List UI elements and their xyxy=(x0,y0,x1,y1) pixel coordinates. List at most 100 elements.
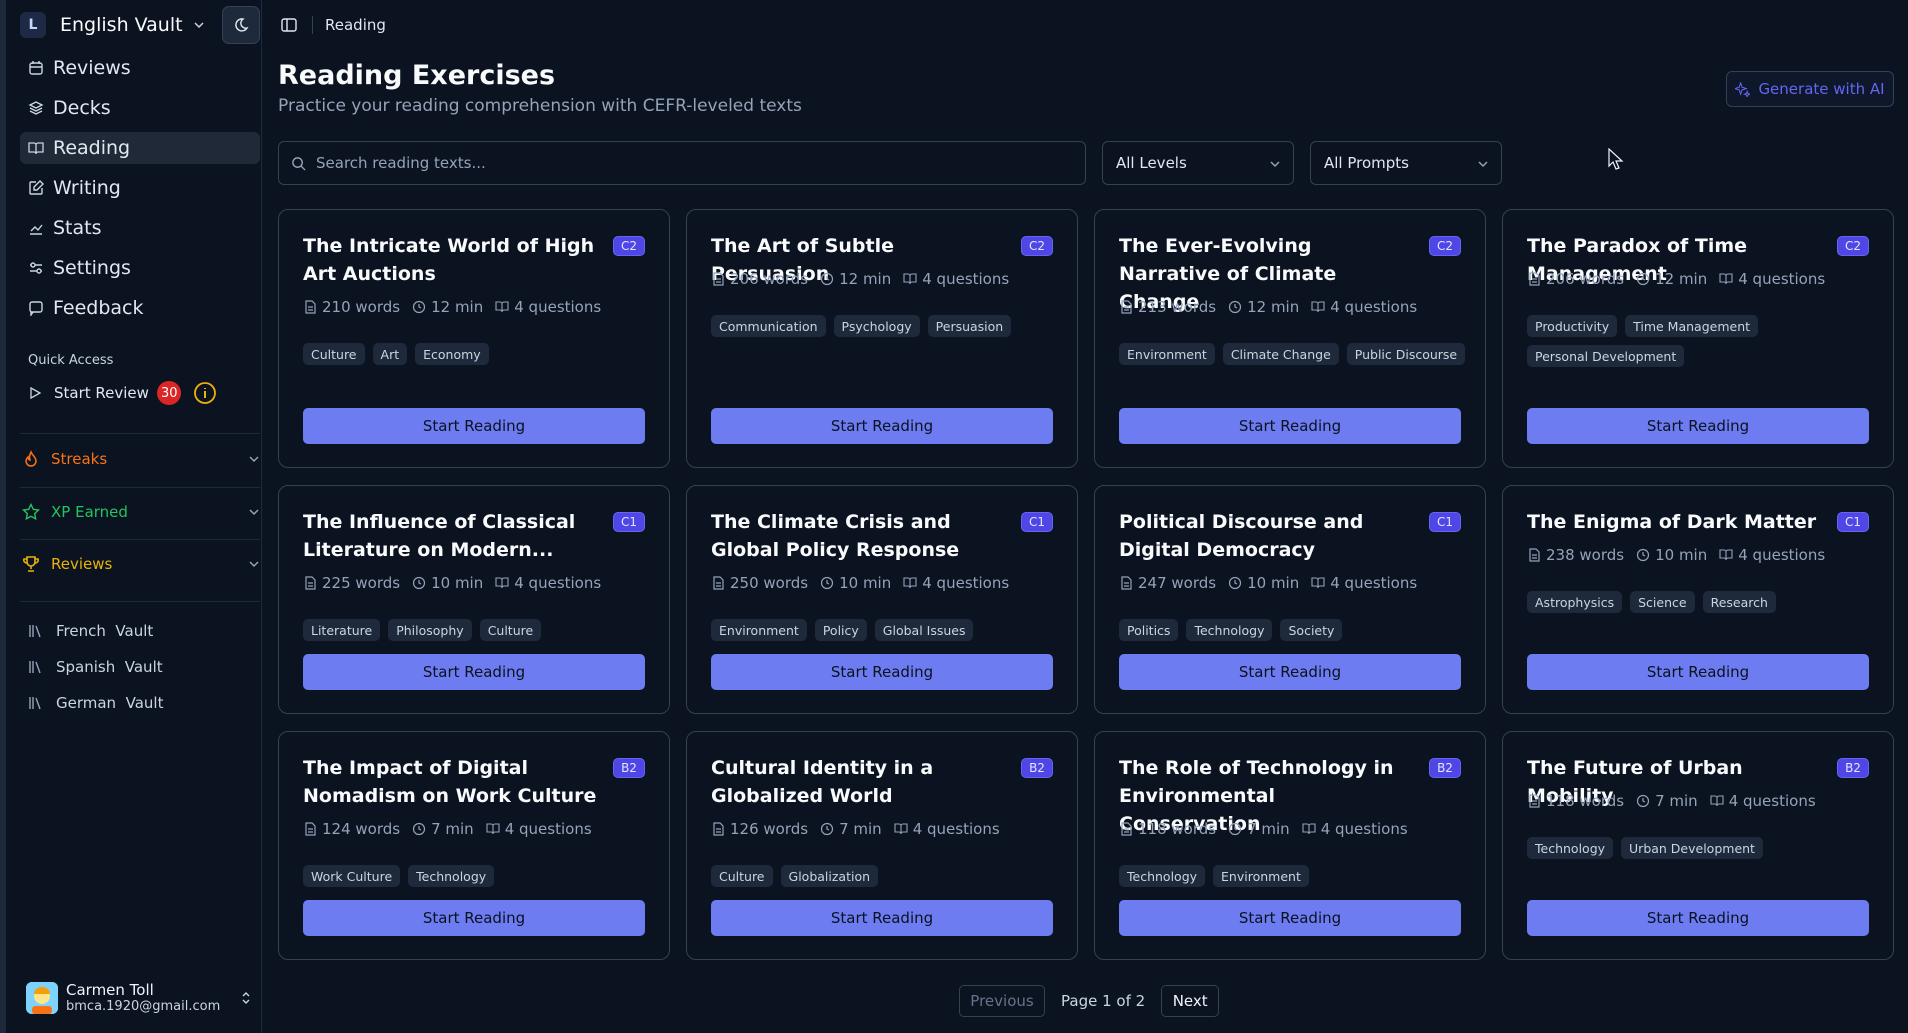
nav-item-writing[interactable]: Writing xyxy=(20,172,260,204)
start-review-button[interactable]: Start Review 30 xyxy=(28,380,217,406)
vault-link-label: German Vault xyxy=(56,694,164,712)
nav-item-stats[interactable]: Stats xyxy=(20,212,260,244)
sidebar-toggle-icon[interactable] xyxy=(280,16,298,34)
start-reading-button[interactable]: Start Reading xyxy=(303,900,645,936)
reading-card: The Paradox of Time Management C2 206 word… xyxy=(1502,209,1894,468)
start-reading-button[interactable]: Start Reading xyxy=(1527,408,1869,444)
user-name: Carmen Toll xyxy=(66,980,154,999)
card-tags: Politics Technology Society xyxy=(1119,619,1469,641)
vault-link-french[interactable]: French Vault xyxy=(28,619,153,643)
question-count: 4 questions xyxy=(1330,298,1418,316)
word-count: 206 words xyxy=(1546,270,1625,288)
xp-label: XP Earned xyxy=(51,503,128,521)
start-reading-button[interactable]: Start Reading xyxy=(1119,654,1461,690)
chevron-down-icon xyxy=(249,509,259,516)
reading-card: The Impact of Digital Nomadism on Work C… xyxy=(278,731,670,960)
sliders-icon xyxy=(30,262,42,274)
card-meta: 238 words 10 min 4 questions xyxy=(1527,546,1837,564)
next-page-button[interactable]: Next xyxy=(1161,985,1220,1017)
topic-tag: Science xyxy=(1630,591,1695,613)
file-text-icon xyxy=(1121,576,1132,590)
main-nav: Reviews Decks Reading Writing Stats Sett… xyxy=(20,52,260,332)
xp-section[interactable]: XP Earned xyxy=(20,497,260,527)
previous-page-button[interactable]: Previous xyxy=(959,985,1045,1017)
clock-icon xyxy=(1636,272,1650,286)
card-meta: 250 words 10 min 4 questions xyxy=(711,574,1021,592)
file-text-icon xyxy=(305,300,316,314)
topic-tag: Economy xyxy=(415,343,489,365)
topic-tag: Psychology xyxy=(833,315,920,337)
start-reading-button[interactable]: Start Reading xyxy=(711,654,1053,690)
user-menu[interactable]: Carmen Toll bmca.1920@gmail.com xyxy=(26,978,260,1018)
topic-tag: Productivity xyxy=(1527,315,1618,337)
mouse-cursor-icon xyxy=(1608,148,1624,170)
topic-tag: Globalization xyxy=(780,865,879,887)
word-count: 118 words xyxy=(1546,792,1625,810)
theme-toggle-button[interactable] xyxy=(222,6,260,44)
info-icon[interactable] xyxy=(193,381,217,405)
start-reading-button[interactable]: Start Reading xyxy=(1119,408,1461,444)
generate-with-ai-button[interactable]: Generate with AI xyxy=(1726,71,1894,107)
question-count: 4 questions xyxy=(922,574,1010,592)
topic-tag: Environment xyxy=(1213,865,1309,887)
card-title: Cultural Identity in a Globalized World xyxy=(711,757,934,807)
sidebar-divider xyxy=(20,433,260,434)
topbar-divider xyxy=(312,16,313,34)
vault-link-german[interactable]: German Vault xyxy=(28,691,163,715)
vault-logo: L xyxy=(20,12,46,38)
start-reading-button[interactable]: Start Reading xyxy=(303,654,645,690)
read-time: 10 min xyxy=(1247,574,1300,592)
nav-item-settings[interactable]: Settings xyxy=(20,252,260,284)
file-text-icon xyxy=(1529,548,1540,562)
card-tags: Culture Art Economy xyxy=(303,343,653,365)
question-count: 4 questions xyxy=(1320,820,1408,838)
nav-item-reading[interactable]: Reading xyxy=(20,132,260,164)
star-icon xyxy=(22,503,40,521)
card-meta: 206 words 12 min 4 questions xyxy=(711,270,1021,288)
file-text-icon xyxy=(1529,272,1540,286)
card-meta: 124 words 7 min 4 questions xyxy=(303,820,604,838)
sidebar-divider xyxy=(20,487,260,488)
search-bar xyxy=(278,141,1086,185)
start-reading-button[interactable]: Start Reading xyxy=(1119,900,1461,936)
sidebar-divider xyxy=(20,601,260,602)
topic-tag: Global Issues xyxy=(874,619,974,641)
topic-tag: Culture xyxy=(303,343,365,365)
message-icon xyxy=(29,301,43,316)
level-badge: C2 xyxy=(1837,236,1869,256)
nav-item-reviews[interactable]: Reviews xyxy=(20,52,260,84)
read-time: 12 min xyxy=(839,270,892,288)
page-info: Page 1 of 2 xyxy=(1061,992,1146,1010)
reading-card: Cultural Identity in a Globalized World B… xyxy=(686,731,1078,960)
reading-card: The Future of Urban Mobility B2 118 words 7… xyxy=(1502,731,1894,960)
topic-tag: Public Discourse xyxy=(1346,343,1466,365)
start-reading-button[interactable]: Start Reading xyxy=(303,408,645,444)
word-count: 210 words xyxy=(322,298,401,316)
nav-label: Settings xyxy=(53,257,131,279)
reviews-section[interactable]: Reviews xyxy=(20,549,260,579)
moon-icon xyxy=(235,18,249,32)
clock-icon xyxy=(412,300,426,314)
topic-tag: Technology xyxy=(1186,619,1273,641)
word-count: 238 words xyxy=(1546,546,1625,564)
book-icon xyxy=(1302,823,1316,835)
nav-item-feedback[interactable]: Feedback xyxy=(20,292,260,324)
book-icon xyxy=(903,273,917,285)
vault-link-spanish[interactable]: Spanish Vault xyxy=(28,655,163,679)
level-badge: B2 xyxy=(1429,758,1461,778)
card-tags: Communication Psychology Persuasion xyxy=(711,315,1061,337)
start-reading-button[interactable]: Start Reading xyxy=(711,900,1053,936)
start-reading-button[interactable]: Start Reading xyxy=(1527,900,1869,936)
level-select[interactable]: All Levels xyxy=(1102,141,1294,185)
search-input[interactable] xyxy=(316,154,1076,172)
start-reading-button[interactable]: Start Reading xyxy=(1527,654,1869,690)
read-time: 7 min xyxy=(1247,820,1290,838)
nav-label: Stats xyxy=(53,217,102,239)
nav-item-decks[interactable]: Decks xyxy=(20,92,260,124)
prompt-select[interactable]: All Prompts xyxy=(1310,141,1502,185)
card-tags: Productivity Time Management Personal Deve… xyxy=(1527,315,1877,367)
start-reading-button[interactable]: Start Reading xyxy=(711,408,1053,444)
vault-switcher[interactable]: L English Vault xyxy=(20,8,205,42)
streaks-section[interactable]: Streaks xyxy=(20,444,260,474)
card-tags: Environment Policy Global Issues xyxy=(711,619,1061,641)
